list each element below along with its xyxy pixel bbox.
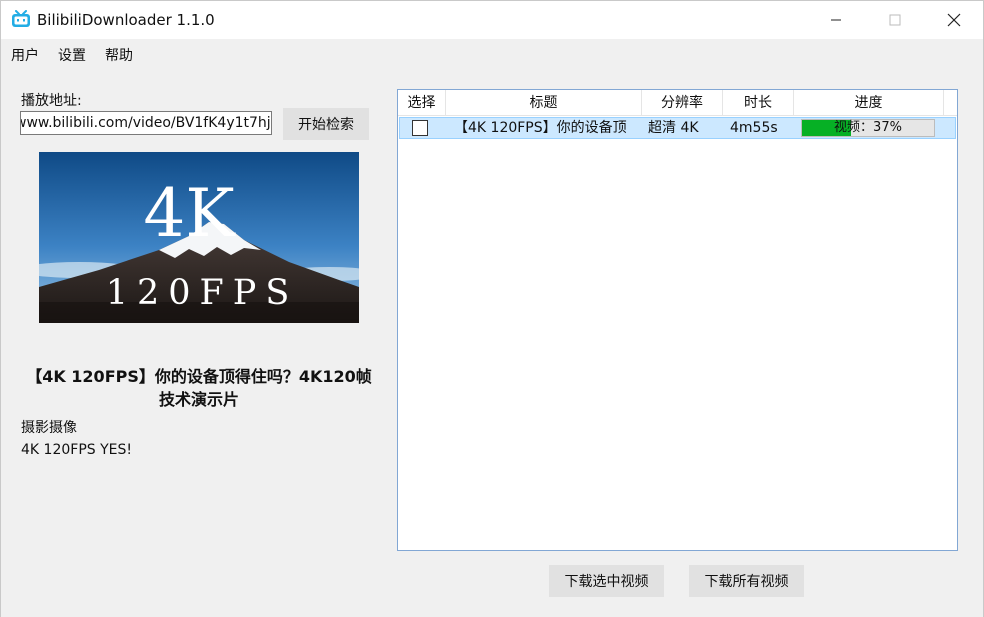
menu-bar: 用户 设置 帮助: [1, 39, 983, 69]
minimize-icon: [831, 19, 841, 21]
close-icon: [947, 13, 961, 27]
download-table[interactable]: 选择 标题 分辨率 时长 进度 【4K 120FPS】你的设备顶 超清 4K 4…: [397, 89, 958, 551]
row-resolution: 超清 4K: [648, 120, 699, 136]
start-search-button[interactable]: 开始检索: [283, 108, 369, 140]
video-thumbnail: 4K 120FPS: [39, 152, 359, 323]
row-duration: 4m55s: [730, 120, 778, 136]
video-info-panel: 播放地址: www.bilibili.com/video/BV1fK4y1t7h…: [1, 69, 391, 617]
thumbnail-text-4k: 4K: [143, 175, 236, 252]
download-all-button[interactable]: 下载所有视频: [689, 565, 804, 597]
video-title: 【4K 120FPS】你的设备顶得住吗？4K120帧技术演示片: [26, 367, 372, 409]
maximize-button[interactable]: [866, 1, 924, 39]
url-input-value: www.bilibili.com/video/BV1fK4y1t7hj: [20, 115, 271, 131]
table-header: 选择 标题 分辨率 时长 进度: [398, 90, 957, 116]
download-list-panel: 选择 标题 分辨率 时长 进度 【4K 120FPS】你的设备顶 超清 4K 4…: [391, 69, 983, 617]
column-header-duration[interactable]: 时长: [723, 90, 794, 116]
menu-user[interactable]: 用户: [11, 45, 39, 65]
maximize-icon: [889, 14, 901, 26]
row-title: 【4K 120FPS】你的设备顶: [454, 120, 627, 136]
progress-label: 视频：37%: [834, 120, 902, 135]
bilibili-tv-icon: [12, 10, 30, 27]
column-header-progress[interactable]: 进度: [794, 90, 944, 116]
close-button[interactable]: [925, 1, 983, 39]
video-category: 摄影摄像: [21, 420, 77, 436]
url-input[interactable]: www.bilibili.com/video/BV1fK4y1t7hj: [20, 111, 272, 135]
title-bar: BilibiliDownloader 1.1.0: [1, 1, 983, 39]
url-label: 播放地址:: [21, 93, 82, 109]
column-header-resolution[interactable]: 分辨率: [642, 90, 723, 116]
video-description: 4K 120FPS YES!: [21, 442, 132, 458]
download-selected-button[interactable]: 下载选中视频: [549, 565, 664, 597]
menu-settings[interactable]: 设置: [58, 45, 86, 65]
minimize-button[interactable]: [807, 1, 865, 39]
window-title: BilibiliDownloader 1.1.0: [37, 11, 215, 29]
row-checkbox[interactable]: [412, 120, 428, 136]
row-progress-bar: 视频：37%: [801, 119, 935, 137]
menu-help[interactable]: 帮助: [105, 45, 133, 65]
column-header-title[interactable]: 标题: [446, 90, 642, 116]
column-header-select[interactable]: 选择: [398, 90, 446, 116]
app-window: BilibiliDownloader 1.1.0 用户 设置 帮助 播放地址: …: [0, 0, 984, 617]
thumbnail-text-fps: 120FPS: [106, 273, 299, 313]
table-row[interactable]: 【4K 120FPS】你的设备顶 超清 4K 4m55s 视频：37%: [399, 117, 956, 139]
